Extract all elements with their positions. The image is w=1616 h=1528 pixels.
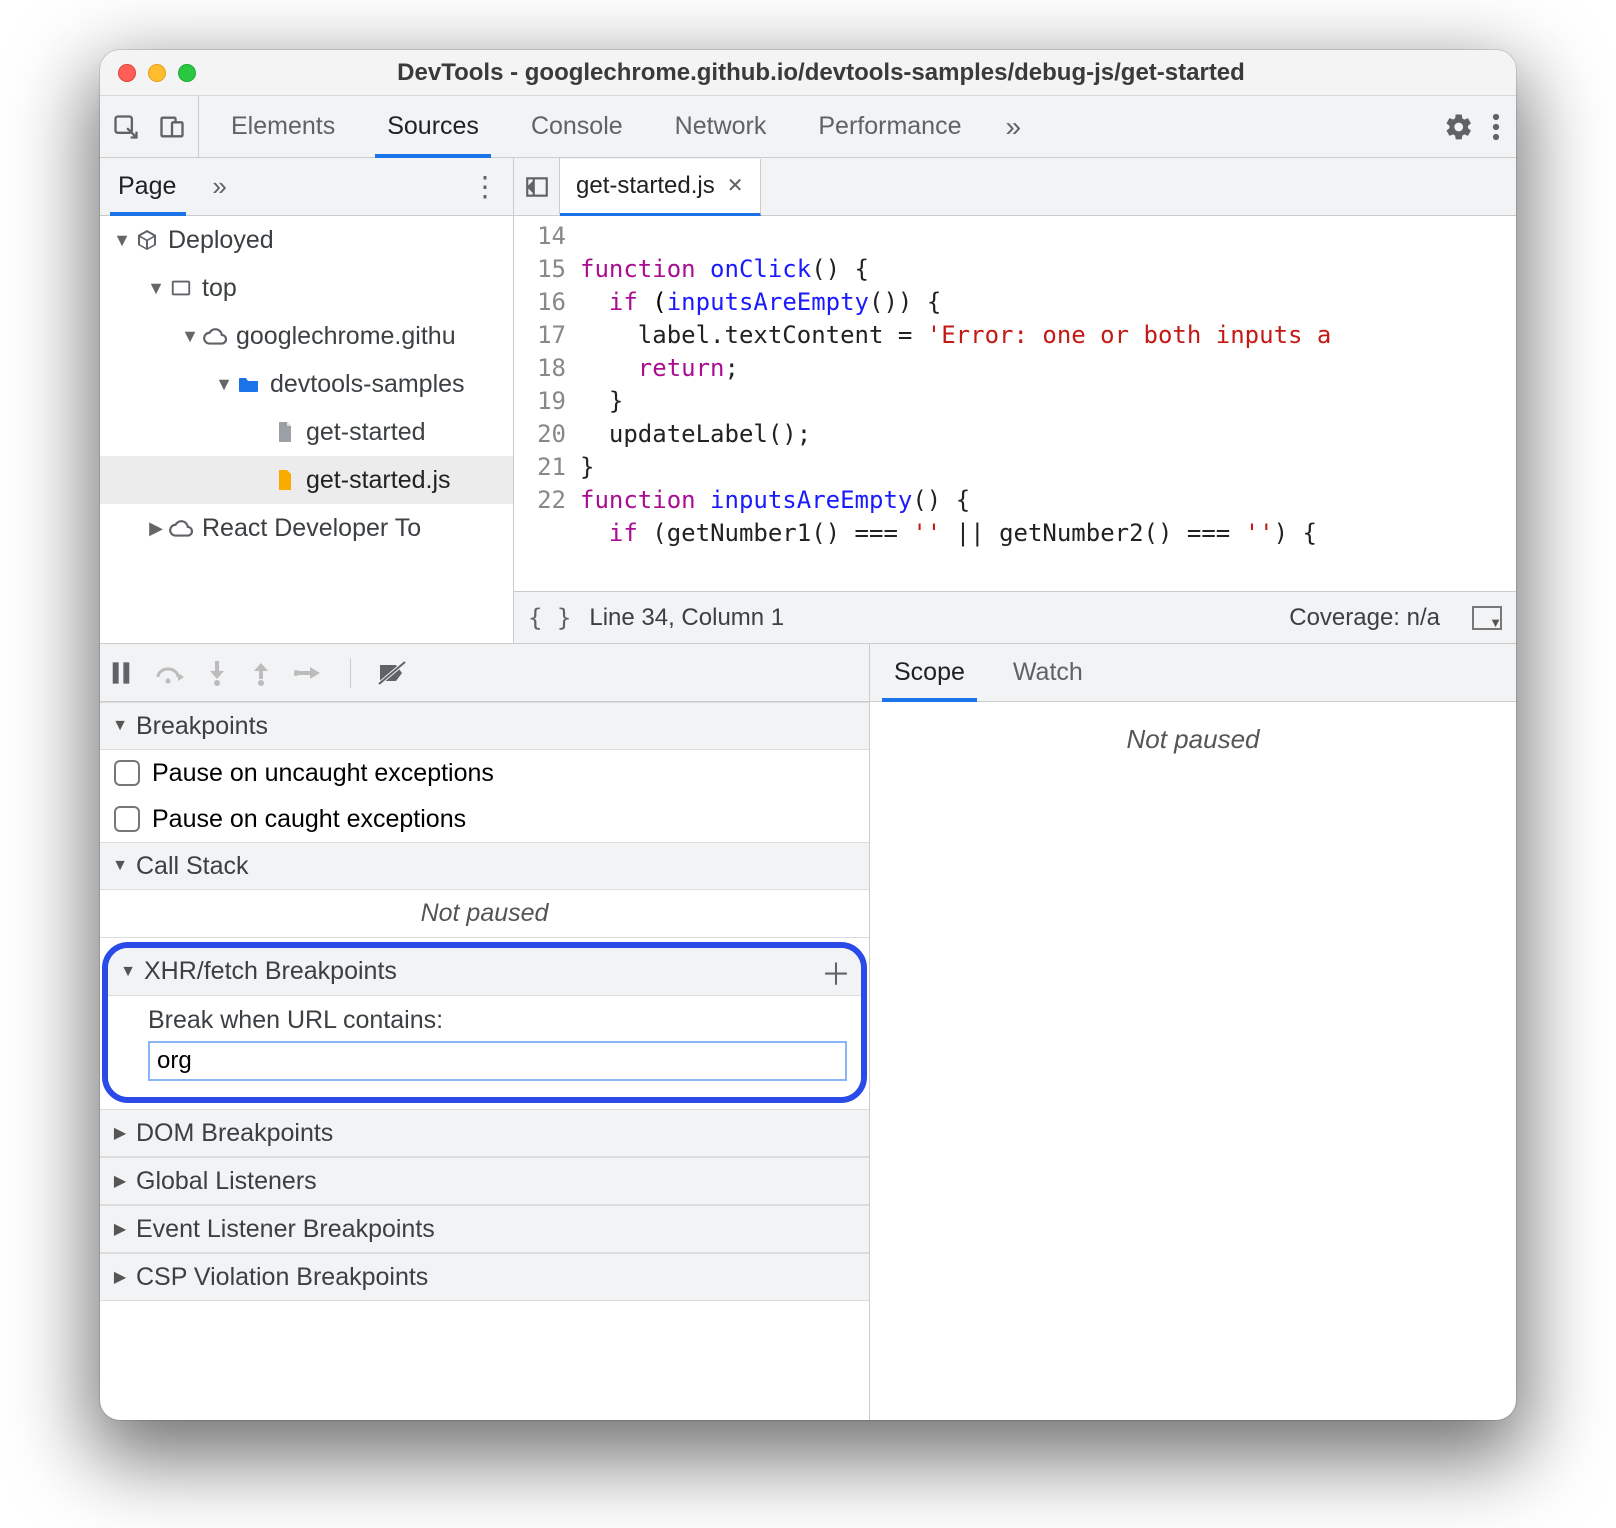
toggle-navigator-icon[interactable] xyxy=(514,158,560,215)
tree-label: googlechrome.githu xyxy=(236,322,456,351)
tree-label: Deployed xyxy=(168,226,274,255)
editor-pane: get-started.js ✕ 141516171819202122 func… xyxy=(514,158,1516,643)
add-xhr-breakpoint-icon[interactable]: ＋ xyxy=(821,950,851,994)
tree-top[interactable]: ▼ top xyxy=(100,264,513,312)
pause-caught-row[interactable]: Pause on caught exceptions xyxy=(100,796,869,842)
scope-not-paused: Not paused xyxy=(870,702,1516,1420)
frame-icon xyxy=(166,273,196,303)
editor-statusbar: { } Line 34, Column 1 Coverage: n/a xyxy=(514,591,1516,643)
editor-tabstrip: get-started.js ✕ xyxy=(514,158,1516,216)
debugger-right-pane: Scope Watch Not paused xyxy=(870,644,1516,1420)
devtools-window: DevTools - googlechrome.github.io/devtoo… xyxy=(100,50,1516,1420)
cursor-position: Line 34, Column 1 xyxy=(589,604,784,632)
folder-icon xyxy=(234,369,264,399)
tab-elements[interactable]: Elements xyxy=(205,96,361,157)
step-out-icon[interactable] xyxy=(250,659,272,687)
tab-scope[interactable]: Scope xyxy=(870,644,989,701)
tree-label: devtools-samples xyxy=(270,370,465,399)
tree-file-html[interactable]: get-started xyxy=(100,408,513,456)
cloud-icon xyxy=(200,321,230,351)
editor-tab[interactable]: get-started.js ✕ xyxy=(560,159,761,216)
coverage-label: Coverage: n/a xyxy=(1289,604,1440,632)
section-dom-breakpoints[interactable]: ▶DOM Breakpoints xyxy=(100,1109,869,1157)
minimize-window-button[interactable] xyxy=(148,64,166,82)
tree-label: get-started.js xyxy=(306,466,451,495)
navigator-pane: Page » ⋮ ▼ Deployed ▼ top ▼ goog xyxy=(100,158,514,643)
tab-network[interactable]: Network xyxy=(649,96,793,157)
traffic-lights xyxy=(100,64,196,82)
checkbox-icon[interactable] xyxy=(114,806,140,832)
tree-domain[interactable]: ▼ googlechrome.githu xyxy=(100,312,513,360)
xhr-url-input[interactable] xyxy=(148,1041,847,1081)
main-toolbar: Elements Sources Console Network Perform… xyxy=(100,96,1516,158)
tab-performance[interactable]: Performance xyxy=(792,96,987,157)
tab-watch[interactable]: Watch xyxy=(989,644,1107,701)
step-into-icon[interactable] xyxy=(206,659,228,687)
tree-folder[interactable]: ▼ devtools-samples xyxy=(100,360,513,408)
close-window-button[interactable] xyxy=(118,64,136,82)
section-event-listener-breakpoints[interactable]: ▶Event Listener Breakpoints xyxy=(100,1205,869,1253)
navigator-options-icon[interactable]: ⋮ xyxy=(471,170,513,203)
more-options-icon[interactable] xyxy=(1492,112,1500,142)
tree-label: React Developer To xyxy=(202,514,421,543)
editor-tab-label: get-started.js xyxy=(576,172,715,200)
debugger-left-pane: ▼Breakpoints Pause on uncaught exception… xyxy=(100,644,870,1420)
tab-sources[interactable]: Sources xyxy=(361,96,505,157)
pretty-print-icon[interactable]: { } xyxy=(528,604,571,632)
code-content: function onClick() { if (inputsAreEmpty(… xyxy=(574,216,1516,591)
more-tabs-button[interactable]: » xyxy=(987,96,1039,157)
tree-react-ext[interactable]: ▶ React Developer To xyxy=(100,504,513,552)
section-global-listeners[interactable]: ▶Global Listeners xyxy=(100,1157,869,1205)
section-xhr-breakpoints[interactable]: ▼XHR/fetch Breakpoints ＋ xyxy=(108,948,861,996)
scope-watch-tabs: Scope Watch xyxy=(870,644,1516,702)
tree-deployed[interactable]: ▼ Deployed xyxy=(100,216,513,264)
device-toggle-icon[interactable] xyxy=(156,111,188,143)
sources-top-split: Page » ⋮ ▼ Deployed ▼ top ▼ goog xyxy=(100,158,1516,644)
file-tree: ▼ Deployed ▼ top ▼ googlechrome.githu ▼ xyxy=(100,216,513,643)
cloud-icon xyxy=(166,513,196,543)
close-tab-icon[interactable]: ✕ xyxy=(727,173,744,198)
deactivate-breakpoints-icon[interactable] xyxy=(377,660,407,686)
navigator-more-tabs[interactable]: » xyxy=(196,171,226,202)
tree-label: top xyxy=(202,274,237,303)
xhr-breakpoints-highlight: ▼XHR/fetch Breakpoints ＋ Break when URL … xyxy=(102,942,867,1103)
tree-label: get-started xyxy=(306,418,426,447)
window-title: DevTools - googlechrome.github.io/devtoo… xyxy=(196,59,1516,87)
section-csp-breakpoints[interactable]: ▶CSP Violation Breakpoints xyxy=(100,1253,869,1301)
cube-icon xyxy=(132,225,162,255)
checkbox-icon[interactable] xyxy=(114,760,140,786)
script-icon xyxy=(270,465,300,495)
navigator-tabs: Page » ⋮ xyxy=(100,158,513,216)
pause-icon[interactable] xyxy=(110,660,132,686)
document-icon xyxy=(270,417,300,447)
window-titlebar: DevTools - googlechrome.github.io/devtoo… xyxy=(100,50,1516,96)
navigator-tab-page[interactable]: Page xyxy=(100,158,196,215)
tab-console[interactable]: Console xyxy=(505,96,649,157)
inspect-element-icon[interactable] xyxy=(110,111,142,143)
tree-file-js[interactable]: get-started.js xyxy=(100,456,513,504)
line-gutter: 141516171819202122 xyxy=(514,216,574,591)
panel-tabs: Elements Sources Console Network Perform… xyxy=(205,96,1444,157)
settings-icon[interactable] xyxy=(1444,112,1474,142)
debugger-toolbar xyxy=(100,644,869,702)
step-icon[interactable] xyxy=(294,662,324,684)
section-breakpoints[interactable]: ▼Breakpoints xyxy=(100,702,869,750)
coverage-toggle-icon[interactable] xyxy=(1472,606,1502,630)
section-callstack[interactable]: ▼Call Stack xyxy=(100,842,869,890)
pause-uncaught-row[interactable]: Pause on uncaught exceptions xyxy=(100,750,869,796)
zoom-window-button[interactable] xyxy=(178,64,196,82)
xhr-input-label: Break when URL contains: xyxy=(148,1006,847,1035)
debugger-area: ▼Breakpoints Pause on uncaught exception… xyxy=(100,644,1516,1420)
code-editor[interactable]: 141516171819202122 function onClick() { … xyxy=(514,216,1516,591)
callstack-not-paused: Not paused xyxy=(100,890,869,938)
step-over-icon[interactable] xyxy=(154,661,184,685)
